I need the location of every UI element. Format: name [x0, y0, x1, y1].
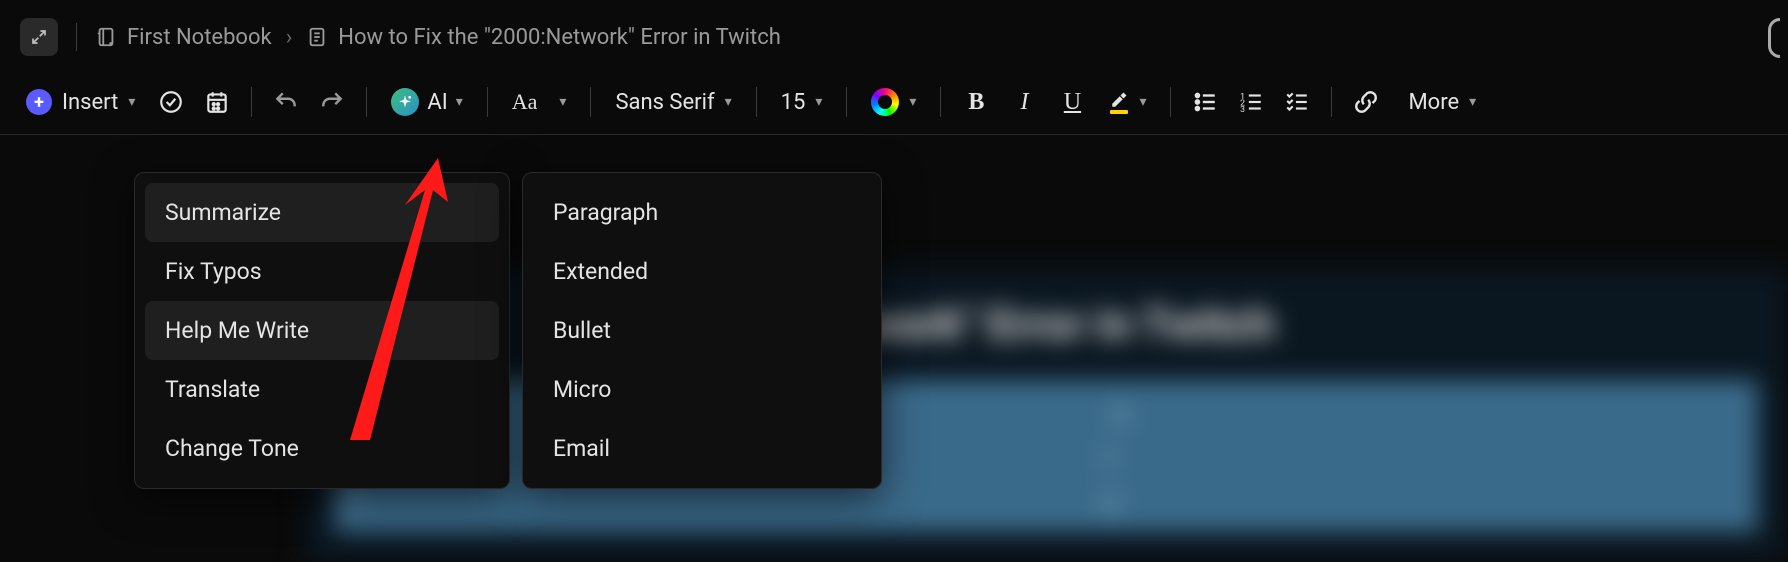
page-icon: [306, 26, 328, 48]
numbered-list-icon: 1 2 3: [1238, 89, 1264, 115]
text-style-icon: Aa: [512, 89, 538, 115]
ai-menu-translate[interactable]: Translate: [145, 360, 499, 419]
calendar-button[interactable]: [201, 86, 233, 118]
divider: [940, 87, 941, 117]
ai-menu: Summarize Fix Typos Help Me Write Transl…: [134, 172, 510, 489]
ai-dropdown-button[interactable]: AI ▾: [385, 84, 468, 120]
ai-menu-summarize[interactable]: Summarize: [145, 183, 499, 242]
chevron-down-icon: ▾: [725, 94, 732, 110]
chevron-down-icon: ▾: [128, 94, 135, 110]
bold-button[interactable]: B: [959, 85, 993, 119]
font-family-value: Sans Serif: [615, 90, 714, 115]
divider: [846, 87, 847, 117]
more-label: More: [1408, 90, 1459, 115]
insert-label: Insert: [62, 90, 118, 115]
highlight-dropdown[interactable]: ▾: [1103, 87, 1152, 118]
style-menu-extended[interactable]: Extended: [533, 242, 871, 301]
divider: [590, 87, 591, 117]
notebook-icon: [95, 26, 117, 48]
bullet-list-icon: [1192, 89, 1218, 115]
divider: [1331, 87, 1332, 117]
breadcrumb-page-label: How to Fix the "2000:Network" Error in T…: [338, 25, 781, 50]
chevron-down-icon: ▾: [815, 94, 822, 110]
expand-window-button[interactable]: [20, 18, 58, 56]
ai-label: AI: [427, 90, 447, 115]
divider: [251, 87, 252, 117]
plus-icon: +: [26, 89, 52, 115]
calendar-icon: [204, 89, 230, 115]
right-edge-control[interactable]: [1768, 18, 1780, 58]
highlight-icon: [1109, 91, 1129, 114]
text-style-menu: Paragraph Extended Bullet Micro Email: [522, 172, 882, 489]
svg-text:3: 3: [1241, 105, 1246, 115]
color-wheel-icon: [871, 88, 899, 116]
breadcrumb-notebook[interactable]: First Notebook: [95, 25, 272, 50]
numbered-list-button[interactable]: 1 2 3: [1235, 86, 1267, 118]
divider: [1170, 87, 1171, 117]
chevron-down-icon: ▾: [1469, 94, 1476, 110]
divider: [756, 87, 757, 117]
checklist-icon: [1284, 89, 1310, 115]
style-menu-paragraph[interactable]: Paragraph: [533, 183, 871, 242]
bullet-list-button[interactable]: [1189, 86, 1221, 118]
divider: [487, 87, 488, 117]
text-color-dropdown[interactable]: ▾: [865, 84, 922, 120]
italic-button[interactable]: I: [1007, 85, 1041, 119]
more-dropdown[interactable]: More ▾: [1402, 86, 1482, 119]
style-menu-email[interactable]: Email: [533, 419, 871, 478]
font-family-dropdown[interactable]: Sans Serif ▾: [609, 86, 737, 119]
redo-button[interactable]: [316, 86, 348, 118]
ai-sparkle-icon: [391, 88, 419, 116]
chevron-down-icon: ▾: [456, 94, 463, 110]
breadcrumb-page[interactable]: How to Fix the "2000:Network" Error in T…: [306, 25, 781, 50]
ai-menu-help-me-write[interactable]: Help Me Write: [145, 301, 499, 360]
breadcrumb-separator: ›: [286, 25, 293, 50]
chevron-down-icon: ▾: [909, 94, 916, 110]
undo-button[interactable]: [270, 86, 302, 118]
font-size-dropdown[interactable]: 15 ▾: [775, 86, 829, 119]
style-menu-bullet[interactable]: Bullet: [533, 301, 871, 360]
checklist-button[interactable]: [1281, 86, 1313, 118]
insert-button[interactable]: + Insert ▾: [20, 85, 141, 119]
chevron-down-icon: ▾: [1139, 94, 1146, 110]
task-check-button[interactable]: [155, 86, 187, 118]
check-circle-icon: [158, 89, 184, 115]
undo-icon: [273, 89, 299, 115]
ai-menu-fix-typos[interactable]: Fix Typos: [145, 242, 499, 301]
breadcrumb-notebook-label: First Notebook: [127, 25, 272, 50]
expand-icon: [30, 28, 48, 46]
underline-button[interactable]: U: [1055, 85, 1089, 119]
font-size-value: 15: [781, 90, 806, 115]
breadcrumb: First Notebook › How to Fix the "2000:Ne…: [95, 25, 781, 50]
chevron-down-icon: ▾: [559, 94, 566, 110]
redo-icon: [319, 89, 345, 115]
divider: [76, 23, 77, 51]
link-button[interactable]: [1350, 86, 1382, 118]
style-menu-micro[interactable]: Micro: [533, 360, 871, 419]
text-style-dropdown[interactable]: Aa ▾: [506, 85, 573, 119]
link-icon: [1353, 89, 1379, 115]
divider: [366, 87, 367, 117]
editor-toolbar: + Insert ▾ AI ▾ Aa: [0, 74, 1788, 135]
ai-menu-change-tone[interactable]: Change Tone: [145, 419, 499, 478]
